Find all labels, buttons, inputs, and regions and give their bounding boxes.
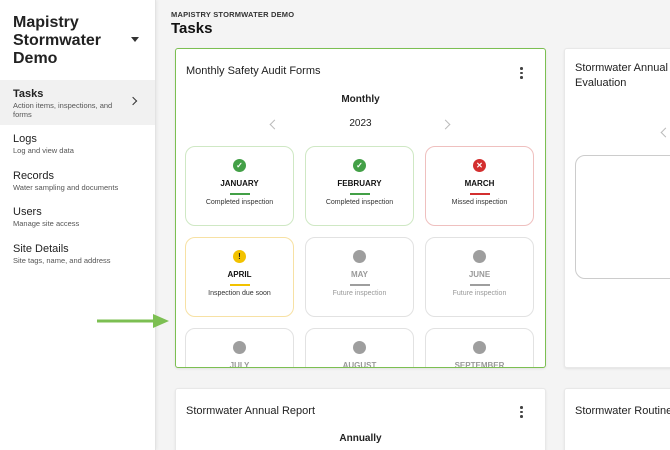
card-title: Monthly Safety Audit Forms	[186, 65, 321, 77]
more-options-icon[interactable]	[520, 67, 524, 81]
month-tile-april[interactable]: ! APRIL Inspection due soon	[185, 237, 294, 317]
page-title: Tasks	[171, 20, 213, 37]
sidebar-item-users[interactable]: Users Manage site access	[0, 206, 155, 228]
month-status: Completed inspection	[205, 199, 274, 206]
month-status: Future inspection	[332, 290, 387, 297]
circle-icon	[233, 341, 246, 354]
circle-icon	[473, 250, 486, 263]
sidebar-item-label: Records	[13, 170, 54, 182]
month-name: FEBRUARY	[337, 179, 382, 188]
check-icon: ✓	[353, 159, 366, 172]
annotation-arrow-icon	[97, 314, 169, 328]
sidebar-item-site-details[interactable]: Site Details Site tags, name, and addres…	[0, 243, 155, 265]
month-name: AUGUST	[342, 361, 377, 368]
annual-evaluation-card: Stormwater Annual Evaluation	[564, 48, 670, 368]
month-name: MAY	[350, 270, 369, 279]
month-tile-september[interactable]: SEPTEMBER	[425, 328, 534, 368]
exclamation-icon: !	[233, 250, 246, 263]
sidebar-item-label: Users	[13, 206, 42, 218]
breadcrumb: MAPISTRY STORMWATER DEMO	[171, 10, 295, 19]
month-name: APRIL	[227, 270, 252, 279]
sidebar-item-label: Logs	[13, 133, 37, 145]
circle-icon	[353, 250, 366, 263]
month-name: JULY	[229, 361, 250, 368]
sidebar-item-subtitle: Manage site access	[13, 219, 80, 228]
card-title: Stormwater Annual Report	[186, 405, 316, 417]
annual-report-card: Stormwater Annual Report Annually	[175, 388, 546, 450]
sidebar-item-subtitle: Site tags, name, and address	[13, 256, 111, 265]
month-status: Future inspection	[452, 290, 507, 297]
month-status: Inspection due soon	[208, 290, 271, 297]
site-dropdown-icon[interactable]	[131, 37, 139, 42]
check-icon: ✓	[233, 159, 246, 172]
month-tile-march[interactable]: ✕ MARCH Missed inspection	[425, 146, 534, 226]
status-underline	[350, 193, 370, 195]
month-tile-august[interactable]: AUGUST	[305, 328, 414, 368]
month-name: JANUARY	[220, 179, 259, 188]
month-status: Completed inspection	[325, 199, 394, 206]
status-underline	[230, 284, 250, 286]
card-title: Stormwater Routine	[575, 405, 670, 417]
sidebar-item-records[interactable]: Records Water sampling and documents	[0, 170, 155, 192]
month-tile-june[interactable]: JUNE Future inspection	[425, 237, 534, 317]
x-icon: ✕	[473, 159, 486, 172]
sidebar-item-subtitle: Action items, inspections, and forms	[13, 101, 113, 119]
card-title: Stormwater Annual Evaluation	[575, 62, 668, 89]
site-name[interactable]: Mapistry Stormwater Demo	[13, 14, 131, 68]
month-name: JUNE	[468, 270, 491, 279]
previous-year-icon[interactable]	[660, 127, 670, 138]
month-name: SEPTEMBER	[454, 361, 505, 368]
routine-card: Stormwater Routine	[564, 388, 670, 450]
month-tile-may[interactable]: MAY Future inspection	[305, 237, 414, 317]
sidebar-item-logs[interactable]: Logs Log and view data	[0, 133, 155, 155]
task-tile[interactable]	[575, 155, 670, 279]
frequency-label: Annually	[339, 433, 382, 444]
month-tile-february[interactable]: ✓ FEBRUARY Completed inspection	[305, 146, 414, 226]
status-underline	[470, 284, 490, 286]
monthly-safety-audit-card: Monthly Safety Audit Forms Monthly 2023 …	[175, 48, 546, 368]
sidebar-item-subtitle: Water sampling and documents	[13, 183, 119, 192]
year-label: 2023	[349, 118, 372, 129]
status-underline	[350, 284, 370, 286]
status-underline	[230, 193, 250, 195]
month-tile-july[interactable]: JULY	[185, 328, 294, 368]
circle-icon	[353, 341, 366, 354]
sidebar-item-label: Site Details	[13, 243, 69, 255]
more-options-icon[interactable]	[520, 406, 524, 420]
month-name: MARCH	[464, 179, 495, 188]
frequency-label: Monthly	[341, 94, 380, 105]
sidebar: Mapistry Stormwater Demo Tasks Action it…	[0, 0, 156, 450]
month-tile-january[interactable]: ✓ JANUARY Completed inspection	[185, 146, 294, 226]
month-status: Missed inspection	[451, 199, 508, 206]
status-underline	[470, 193, 490, 195]
sidebar-item-subtitle: Log and view data	[13, 146, 74, 155]
sidebar-item-tasks[interactable]: Tasks Action items, inspections, and for…	[0, 80, 155, 125]
circle-icon	[473, 341, 486, 354]
